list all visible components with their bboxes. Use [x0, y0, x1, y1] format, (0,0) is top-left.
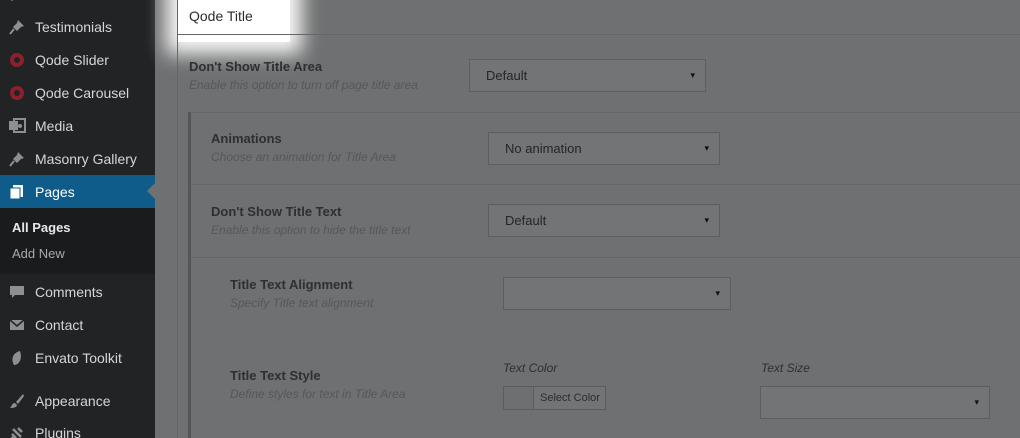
sidebar-item-label: Plugins	[35, 424, 81, 438]
sidebar-item-label: Media	[35, 117, 74, 134]
sidebar-item-label: Contact	[35, 316, 84, 333]
plug-icon	[8, 424, 26, 438]
chevron-down-icon: ▾	[704, 215, 709, 225]
select-value: Default	[486, 68, 528, 83]
text-size-select[interactable]: ▾	[760, 386, 990, 419]
field-desc-show-title-area: Enable this option to turn off page titl…	[189, 78, 418, 92]
pin-icon	[8, 0, 26, 4]
carousel-icon	[8, 84, 26, 102]
sidebar-item-pages[interactable]: Pages	[0, 175, 155, 208]
sidebar-item-appearance[interactable]: Appearance	[0, 384, 155, 417]
comment-icon	[8, 283, 26, 301]
sidebar-item-plugins[interactable]: Plugins	[0, 416, 155, 438]
pin-icon	[8, 150, 26, 168]
field-label-animations: Animations	[211, 131, 282, 146]
slider-icon	[8, 51, 26, 69]
sidebar-item-label: Masonry Gallery	[35, 150, 137, 167]
text-size-label: Text Size	[761, 361, 810, 375]
title-alignment-select[interactable]: ▾	[503, 277, 731, 310]
field-label-title-alignment: Title Text Alignment	[230, 277, 353, 292]
color-swatch	[504, 387, 534, 409]
text-color-label: Text Color	[503, 361, 558, 375]
sidebar-item-label: Envato Toolkit	[35, 349, 122, 366]
select-color-button[interactable]: Select Color	[503, 386, 606, 410]
sidebar-item-masonry-gallery[interactable]: Masonry Gallery	[0, 142, 155, 175]
show-title-text-select[interactable]: Default ▾	[488, 204, 720, 237]
sidebar-item-label: Pages	[35, 183, 75, 200]
select-color-label: Select Color	[540, 392, 600, 404]
row-divider	[191, 257, 1020, 258]
sidebar-item-label: Testimonials	[35, 18, 113, 35]
field-desc-title-style: Define styles for text in Title Area	[230, 387, 406, 401]
box-left-border	[177, 0, 178, 438]
media-icon	[8, 117, 26, 135]
header-divider	[177, 34, 1020, 35]
chevron-down-icon: ▾	[715, 288, 720, 298]
select-value: Default	[505, 213, 547, 228]
leaf-icon	[8, 349, 26, 367]
field-desc-animations: Choose an animation for Title Area	[211, 150, 396, 164]
chevron-down-icon: ▾	[974, 397, 979, 407]
chevron-down-icon: ▾	[690, 70, 695, 80]
meta-box-title: Qode Title	[189, 8, 253, 24]
sidebar-item-comments[interactable]: Comments	[0, 275, 155, 308]
pin-icon	[8, 18, 26, 36]
pages-submenu: All Pages Add New	[0, 208, 155, 274]
sidebar-item-label: Comments	[35, 283, 103, 300]
sidebar-item-envato-toolkit[interactable]: Envato Toolkit	[0, 341, 155, 374]
submenu-all-pages[interactable]: All Pages	[12, 220, 71, 235]
select-value: No animation	[505, 141, 582, 156]
sidebar-item-contact[interactable]: Contact	[0, 308, 155, 341]
pages-icon	[8, 183, 26, 201]
animations-select[interactable]: No animation ▾	[488, 132, 720, 165]
sidebar-item-testimonials[interactable]: Testimonials	[0, 10, 155, 43]
admin-sidebar: Testimonials Qode Slider Qode Carousel M…	[0, 0, 155, 438]
field-label-show-title-area: Don't Show Title Area	[189, 59, 323, 74]
submenu-add-new[interactable]: Add New	[12, 246, 65, 261]
sidebar-item-qode-carousel[interactable]: Qode Carousel	[0, 76, 155, 109]
field-label-show-title-text: Don't Show Title Text	[211, 204, 342, 219]
field-desc-title-alignment: Specify Title text alignment	[230, 296, 374, 310]
mail-icon	[8, 316, 26, 334]
sidebar-item-label: Qode Carousel	[35, 84, 130, 101]
field-label-title-style: Title Text Style	[230, 368, 321, 383]
sidebar-item-label: Qode Slider	[35, 51, 109, 68]
show-title-area-select[interactable]: Default ▾	[469, 59, 706, 92]
row-divider	[191, 184, 1020, 185]
sidebar-item-label: Appearance	[35, 392, 111, 409]
sidebar-item-qode-slider[interactable]: Qode Slider	[0, 43, 155, 76]
brush-icon	[8, 392, 26, 410]
chevron-down-icon: ▾	[704, 143, 709, 153]
field-desc-show-title-text: Enable this option to hide the title tex…	[211, 223, 411, 237]
sidebar-item-media[interactable]: Media	[0, 109, 155, 142]
